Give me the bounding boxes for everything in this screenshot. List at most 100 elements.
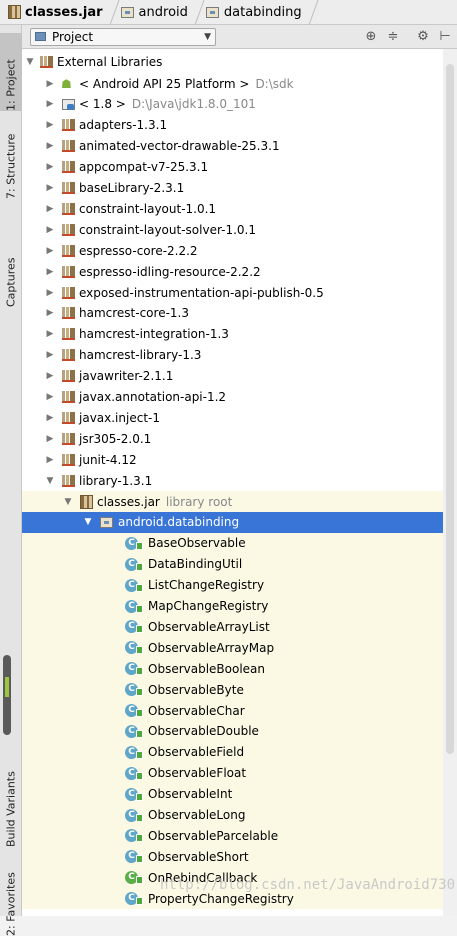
tree-secondary-label: D:\Java\jdk1.8.0_101 <box>131 97 256 112</box>
tree-node-class[interactable]: C ObservableArrayList <box>22 616 443 638</box>
expand-arrow-icon[interactable]: ▼ <box>24 57 36 67</box>
tree-label: adapters-1.3.1 <box>79 118 168 133</box>
tree-node-library[interactable]: ▶ animated-vector-drawable-25.3.1 <box>22 135 443 157</box>
tree-node-class[interactable]: C ObservableShort <box>22 846 443 868</box>
tree-label: ObservableField <box>148 745 245 760</box>
tree-node-package[interactable]: ▼ android.databinding <box>22 511 443 533</box>
tree-node-library[interactable]: ▶ jsr305-2.0.1 <box>22 428 443 450</box>
breadcrumb-item-databinding[interactable]: databinding <box>198 0 312 25</box>
class-icon: C <box>125 662 143 676</box>
tree-node-class[interactable]: C ObservableArrayMap <box>22 637 443 659</box>
tree-node-class[interactable]: C ObservableParcelable <box>22 825 443 847</box>
expand-arrow-icon[interactable]: ▼ <box>62 497 74 507</box>
tree-node-library[interactable]: ▶ adapters-1.3.1 <box>22 114 443 136</box>
tree-node-class[interactable]: C ObservableBoolean <box>22 658 443 680</box>
tree-node-library[interactable]: ▶ espresso-idling-resource-2.2.2 <box>22 261 443 283</box>
tree-node-class[interactable]: C ListChangeRegistry <box>22 574 443 596</box>
collapse-arrow-icon[interactable]: ▶ <box>44 225 56 235</box>
tree-node-jar[interactable]: ▼ classes.jar library root <box>22 491 443 512</box>
tree-node-library[interactable]: ▶ hamcrest-integration-1.3 <box>22 323 443 345</box>
view-mode-label: Project <box>52 29 94 44</box>
tree-node-class[interactable]: C DataBindingUtil <box>22 553 443 575</box>
collapse-arrow-icon[interactable]: ▶ <box>44 204 56 214</box>
breadcrumb-item-classes-jar[interactable]: classes.jar <box>0 0 113 25</box>
tree-node-class[interactable]: C MapChangeRegistry <box>22 595 443 617</box>
collapse-arrow-icon[interactable]: ▶ <box>44 371 56 381</box>
tab-captures[interactable]: Captures <box>0 215 22 307</box>
expand-arrow-icon[interactable]: ▼ <box>82 517 94 527</box>
tree-node-library[interactable]: ▶ ☗ < Android API 25 Platform > D:\sdk <box>22 73 443 94</box>
collapse-arrow-icon[interactable]: ▶ <box>44 141 56 151</box>
tree-node-library[interactable]: ▶ constraint-layout-1.0.1 <box>22 198 443 220</box>
package-icon <box>205 6 219 18</box>
tree-node-library[interactable]: ▶ baseLibrary-2.3.1 <box>22 177 443 199</box>
tree-node-library[interactable]: ▼ library-1.3.1 <box>22 470 443 492</box>
collapse-arrow-icon[interactable]: ▶ <box>44 162 56 172</box>
tree-node-class[interactable]: C ObservableChar <box>22 700 443 721</box>
tree-node-class[interactable]: C BaseObservable <box>22 532 443 554</box>
tree-node-library[interactable]: ▶ hamcrest-library-1.3 <box>22 344 443 366</box>
collapse-arrow-icon[interactable]: ▶ <box>44 350 56 360</box>
collapse-arrow-icon[interactable]: ▶ <box>44 434 56 444</box>
tree-node-class[interactable]: C ObservableByte <box>22 679 443 701</box>
tree-node-library[interactable]: ▶ constraint-layout-solver-1.0.1 <box>22 219 443 241</box>
library-icon <box>62 328 75 341</box>
view-mode-select[interactable]: Project ▼ <box>30 27 216 46</box>
collapse-arrow-icon[interactable]: ▶ <box>44 267 56 277</box>
collapse-arrow-icon[interactable]: ▶ <box>44 79 56 89</box>
scrollbar-thumb[interactable] <box>446 64 454 754</box>
tree-node-library[interactable]: ▶ espresso-core-2.2.2 <box>22 240 443 262</box>
collapse-arrow-icon[interactable]: ▶ <box>44 246 56 256</box>
tree-node-library[interactable]: ▶ appcompat-v7-25.3.1 <box>22 156 443 178</box>
gear-icon[interactable]: ⚙ <box>415 29 431 44</box>
watermark: http://blog.csdn.net/JavaAndroid730 <box>160 877 456 893</box>
collapse-arrow-icon[interactable]: ▶ <box>44 120 56 130</box>
jar-icon <box>80 494 93 509</box>
tree-label: library-1.3.1 <box>79 473 153 488</box>
tree-label: DataBindingUtil <box>148 557 243 572</box>
tree-node-library[interactable]: ▶ javawriter-2.1.1 <box>22 365 443 387</box>
library-icon <box>62 182 75 194</box>
tree-node-library[interactable]: ▶ javax.inject-1 <box>22 407 443 429</box>
collapse-arrow-icon[interactable]: ▶ <box>44 392 56 402</box>
tree-node-library[interactable]: ▶ < 1.8 > D:\Java\jdk1.8.0_101 <box>22 93 443 115</box>
tree-label: ListChangeRegistry <box>148 578 265 593</box>
tree-label: ObservableChar <box>148 703 245 718</box>
collapse-arrow-icon[interactable]: ▶ <box>44 329 56 339</box>
tab-structure[interactable]: 7: Structure <box>0 121 22 199</box>
breadcrumb-item-android[interactable]: android <box>113 0 198 25</box>
tab-favorites[interactable]: 2: Favorites <box>0 851 22 936</box>
tree-node-library[interactable]: ▶ exposed-instrumentation-api-publish-0.5 <box>22 282 443 303</box>
tree-node-class[interactable]: C ObservableInt <box>22 783 443 805</box>
tab-project[interactable]: 1: Project <box>0 33 22 111</box>
pin-icon[interactable]: ⊢ <box>437 29 453 44</box>
tree-label: javax.inject-1 <box>79 410 160 425</box>
tree-node-class[interactable]: C ObservableField <box>22 741 443 763</box>
collapse-arrow-icon[interactable]: ▶ <box>44 413 56 423</box>
collapse-arrow-icon[interactable]: ▶ <box>44 455 56 465</box>
project-tree[interactable]: ▼ External Libraries ▶ ☗ < Android API 25 … <box>22 49 443 916</box>
tree-node-class[interactable]: C ObservableDouble <box>22 720 443 742</box>
collapse-arrow-icon[interactable]: ▶ <box>44 288 56 298</box>
tree-node-library[interactable]: ▶ hamcrest-core-1.3 <box>22 302 443 324</box>
tree-node-external-libraries[interactable]: ▼ External Libraries <box>22 51 443 72</box>
tree-label: MapChangeRegistry <box>148 599 269 613</box>
collapse-icon[interactable]: ≑ <box>385 29 401 44</box>
resize-handle[interactable] <box>3 655 11 735</box>
tree-node-class[interactable]: C ObservableLong <box>22 804 443 826</box>
tab-build-variants[interactable]: Build Variants <box>0 737 22 847</box>
class-icon: C <box>125 683 143 697</box>
sync-icon[interactable]: ⊕ <box>363 29 379 44</box>
tree-node-library[interactable]: ▶ junit-4.12 <box>22 449 443 471</box>
tree-node-library[interactable]: ▶ javax.annotation-api-1.2 <box>22 386 443 408</box>
tree-label: ObservableArrayMap <box>148 640 275 655</box>
class-icon: C <box>125 745 143 759</box>
vertical-scrollbar[interactable] <box>443 49 457 916</box>
library-icon <box>62 286 75 299</box>
collapse-arrow-icon[interactable]: ▶ <box>44 99 56 109</box>
collapse-arrow-icon[interactable]: ▶ <box>44 183 56 193</box>
tree-node-class[interactable]: C ObservableFloat <box>22 762 443 784</box>
expand-arrow-icon[interactable]: ▼ <box>44 476 56 486</box>
collapse-arrow-icon[interactable]: ▶ <box>44 308 56 318</box>
tree-label: junit-4.12 <box>79 452 137 467</box>
